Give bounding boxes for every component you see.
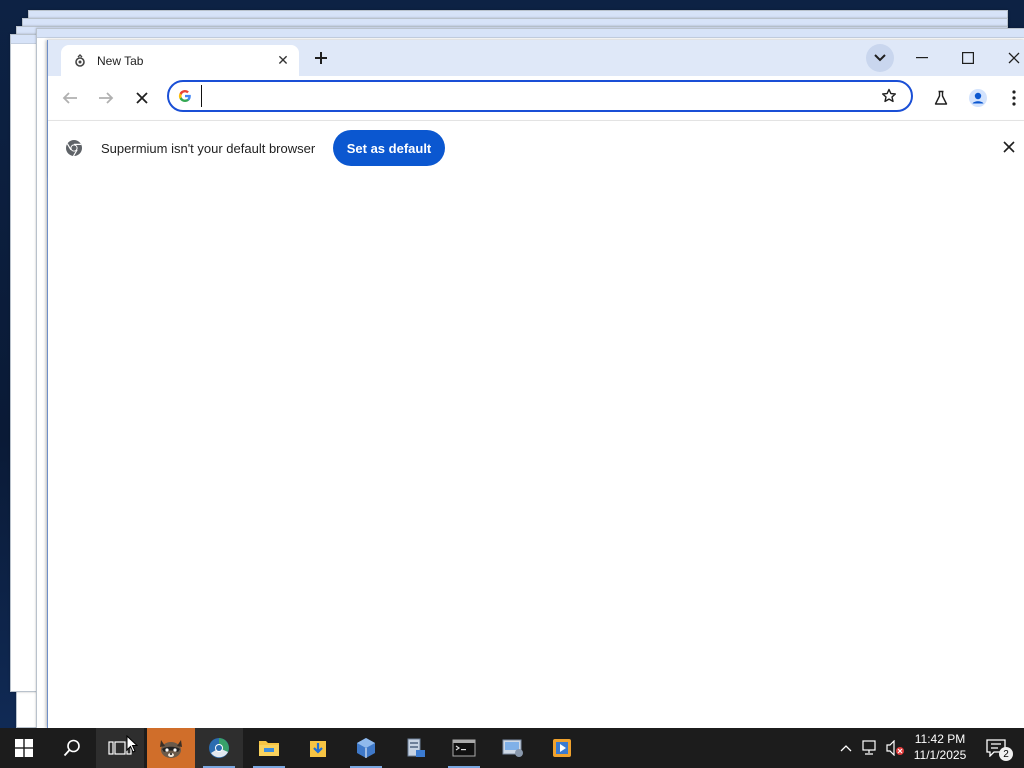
volume-muted-icon: [886, 740, 904, 756]
tab-new-tab[interactable]: New Tab ✕: [61, 45, 299, 76]
folder-icon: [259, 741, 279, 756]
supermium-icon: [209, 738, 229, 758]
network-settings-icon: [502, 739, 523, 757]
terminal-icon: [452, 739, 476, 757]
virtualbox-icon: [357, 738, 375, 758]
infobar-close-icon[interactable]: [999, 137, 1019, 157]
browser-window: New Tab ✕ Supermium isn't your default b…: [47, 40, 1024, 728]
title-bar[interactable]: New Tab ✕: [48, 40, 1024, 76]
taskbar-app-file-explorer[interactable]: [245, 728, 293, 768]
tab-title: New Tab: [97, 53, 144, 68]
taskbar-app-server-manager[interactable]: [391, 728, 439, 768]
server-icon: [407, 738, 425, 757]
browser-toolbar: [48, 76, 1024, 120]
menu-button[interactable]: [1000, 84, 1024, 112]
chevron-down-icon: [874, 54, 886, 62]
desktop: New Tab ✕ Supermium isn't your default b…: [0, 0, 1024, 728]
tab-close-icon[interactable]: ✕: [273, 51, 293, 71]
raccoon-icon: [160, 740, 182, 758]
clock-date: 11/1/2025: [913, 748, 967, 762]
labs-button[interactable]: [927, 84, 955, 112]
clock[interactable]: 11:42 PM 11/1/2025: [908, 731, 972, 763]
taskbar-app-network-settings[interactable]: [489, 728, 537, 768]
browser-logo-icon: [65, 139, 83, 157]
clock-time: 11:42 PM: [914, 732, 966, 746]
back-button[interactable]: [56, 84, 84, 112]
minimize-icon: [916, 57, 928, 59]
volume-tray-button[interactable]: [884, 728, 906, 768]
profile-button[interactable]: [964, 84, 992, 112]
minimize-button[interactable]: [899, 40, 945, 76]
network-icon: [862, 740, 876, 755]
taskbar-app-raccoon[interactable]: [147, 728, 195, 768]
new-tab-button[interactable]: [308, 46, 334, 70]
omnibox-input[interactable]: [201, 85, 875, 107]
taskbar-app-downloads[interactable]: [294, 728, 342, 768]
kebab-menu-icon: [1012, 90, 1016, 106]
forward-button[interactable]: [92, 84, 120, 112]
network-tray-button[interactable]: [860, 728, 882, 768]
close-icon: [136, 92, 148, 104]
start-button[interactable]: [0, 728, 48, 768]
action-center-button[interactable]: 2: [978, 728, 1014, 768]
flask-icon: [934, 90, 948, 105]
taskbar-app-media-player[interactable]: [538, 728, 586, 768]
search-button[interactable]: [48, 728, 96, 768]
show-hidden-icons-button[interactable]: [836, 728, 856, 768]
downloads-folder-icon: [310, 741, 326, 757]
windows-logo-icon: [15, 739, 33, 757]
arrow-left-icon: [62, 92, 77, 104]
stop-loading-button[interactable]: [128, 84, 156, 112]
arrow-right-icon: [99, 92, 114, 104]
taskbar: 11:42 PM 11/1/2025 2: [0, 728, 1024, 768]
close-icon: [1008, 52, 1020, 64]
maximize-button[interactable]: [945, 40, 991, 76]
address-bar[interactable]: [167, 80, 913, 112]
avatar-icon: [969, 89, 987, 107]
notification-count-badge: 2: [999, 747, 1013, 761]
bookmark-star-icon[interactable]: [875, 82, 903, 110]
taskbar-app-terminal[interactable]: [440, 728, 488, 768]
media-player-icon: [553, 739, 571, 757]
plus-icon: [315, 52, 327, 64]
taskbar-app-supermium[interactable]: [195, 728, 243, 768]
taskbar-app-virtualbox[interactable]: [342, 728, 390, 768]
tab-search-button[interactable]: [866, 44, 894, 72]
new-tab-favicon-icon: [73, 53, 87, 68]
page-content[interactable]: [48, 175, 1024, 728]
maximize-icon: [962, 52, 974, 64]
google-icon: [177, 88, 193, 104]
chevron-up-icon: [840, 745, 852, 752]
search-icon: [63, 739, 80, 757]
set-as-default-button[interactable]: Set as default: [333, 130, 445, 166]
mouse-cursor-icon: [126, 734, 139, 758]
close-window-button[interactable]: [991, 40, 1024, 76]
default-browser-infobar: Supermium isn't your default browser Set…: [48, 120, 1024, 176]
infobar-message: Supermium isn't your default browser: [101, 141, 316, 156]
